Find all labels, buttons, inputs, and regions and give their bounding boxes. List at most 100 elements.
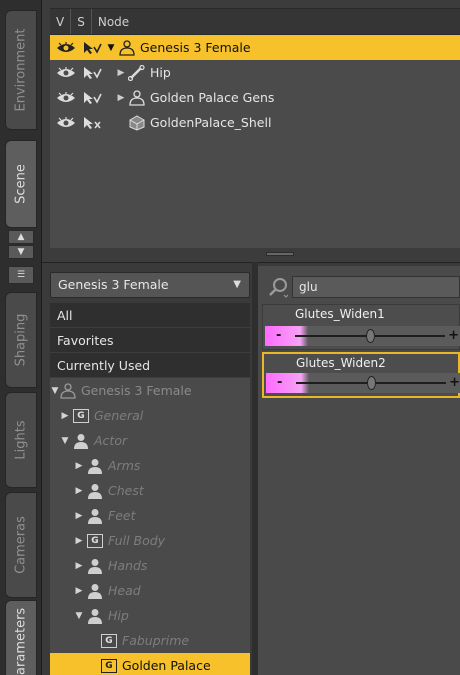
expand-arrow-icon[interactable]: ▼	[106, 43, 116, 53]
tree-item-label: Hands	[108, 558, 148, 573]
property-tree: All Favorites Currently Used ▼ Genesis 3…	[50, 303, 250, 675]
tree-item-chest[interactable]: ▶ Chest	[50, 478, 250, 503]
expand-arrow-icon[interactable]: ▶	[116, 68, 126, 78]
scene-node-label: GoldenPalace_Shell	[150, 115, 272, 130]
tree-item-fabuprime[interactable]: G Fabuprime	[50, 628, 250, 653]
tree-item-label: Genesis 3 Female	[81, 383, 192, 398]
tree-item-label: Arms	[108, 458, 141, 473]
person-icon	[87, 608, 103, 624]
person-icon	[73, 433, 89, 449]
person-icon	[87, 458, 103, 474]
expand-arrow-icon[interactable]: ▶	[116, 93, 126, 103]
tree-item-label: Actor	[94, 433, 128, 448]
expand-arrow-icon[interactable]: ▼	[50, 386, 60, 396]
group-icon: G	[73, 408, 89, 423]
figure-icon	[60, 382, 76, 399]
panel-menu-icon[interactable]: ☰	[8, 266, 34, 284]
tree-item-label: Golden Palace	[122, 658, 211, 673]
side-tab-strip: Environment Scene ▲ ▼ ☰ Shaping Lights C…	[0, 0, 42, 675]
visibility-column-header[interactable]: V	[50, 9, 72, 34]
expand-arrow-icon[interactable]: ▶	[74, 486, 84, 496]
increment-button[interactable]: +	[449, 373, 460, 393]
tab-lights[interactable]: Lights	[5, 392, 37, 488]
expand-arrow-icon[interactable]: ▶	[74, 586, 84, 596]
person-icon	[87, 558, 103, 574]
tree-item-hip[interactable]: ▼ Hip	[50, 603, 250, 628]
expand-arrow-icon[interactable]: ▶	[74, 511, 84, 521]
slider-label: Glutes_Widen1	[295, 307, 385, 321]
slider-knob[interactable]	[366, 376, 376, 390]
tree-item-label: Feet	[108, 508, 136, 523]
category-currently-used[interactable]: Currently Used	[50, 353, 250, 378]
expand-arrow-icon[interactable]: ▼	[74, 611, 84, 621]
eye-icon[interactable]	[56, 116, 76, 129]
figure-dropdown[interactable]: Genesis 3 Female ▼	[50, 272, 250, 298]
decrement-button[interactable]: -	[277, 373, 282, 393]
tab-shaping-label: Shaping	[13, 313, 29, 367]
category-favorites[interactable]: Favorites	[50, 328, 250, 353]
tab-parameters-label: Parameters	[13, 607, 29, 675]
tab-scene-label: Scene	[13, 164, 29, 204]
slider-knob[interactable]	[365, 329, 375, 343]
expand-arrow-icon[interactable]: ▶	[74, 561, 84, 571]
splitter-grip[interactable]	[266, 252, 294, 256]
slider-glutes-widen2[interactable]: Glutes_Widen2 - +	[262, 352, 460, 398]
tree-item-arms[interactable]: ▶ Arms	[50, 453, 250, 478]
person-icon	[87, 583, 103, 599]
scene-pane: V S Node ▼ Genesis 3 Female ▶ Hip ▶ Gold…	[50, 8, 460, 248]
tree-item-golden-palace[interactable]: G Golden Palace	[50, 653, 250, 675]
tree-item-root[interactable]: ▼ Genesis 3 Female	[50, 378, 250, 403]
tree-item-actor[interactable]: ▼ Actor	[50, 428, 250, 453]
category-all[interactable]: All	[50, 303, 250, 328]
tree-item-label: Chest	[108, 483, 144, 498]
scene-row-goldenpalace-shell[interactable]: GoldenPalace_Shell	[50, 110, 460, 135]
tab-cameras[interactable]: Cameras	[5, 492, 37, 598]
tree-item-general[interactable]: ▶ G General	[50, 403, 250, 428]
increment-button[interactable]: +	[448, 326, 459, 346]
expand-arrow-icon[interactable]: ▶	[60, 411, 70, 421]
tree-item-label: Fabuprime	[122, 633, 190, 648]
slider-track[interactable]: - +	[266, 373, 460, 393]
group-icon: G	[101, 633, 117, 648]
scroll-down-button[interactable]: ▼	[8, 245, 34, 259]
tab-environment[interactable]: Environment	[5, 10, 37, 130]
eye-icon[interactable]	[56, 41, 76, 54]
group-icon: G	[101, 658, 117, 673]
scene-row-genesis-3-female[interactable]: ▼ Genesis 3 Female	[50, 35, 460, 60]
expand-arrow-icon[interactable]: ▶	[74, 536, 84, 546]
tab-parameters[interactable]: Parameters	[5, 600, 37, 675]
tab-scene[interactable]: Scene	[5, 140, 37, 228]
selectable-cursor-icon[interactable]	[82, 91, 102, 105]
figure-dropdown-value: Genesis 3 Female	[58, 277, 169, 292]
chevron-down-icon: ▼	[233, 279, 241, 290]
scene-row-golden-palace-gens[interactable]: ▶ Golden Palace Gens	[50, 85, 460, 110]
decrement-button[interactable]: -	[276, 326, 281, 346]
expand-arrow-icon[interactable]: ▼	[60, 436, 70, 446]
tree-item-feet[interactable]: ▶ Feet	[50, 503, 250, 528]
tree-item-hands[interactable]: ▶ Hands	[50, 553, 250, 578]
selectable-cursor-icon[interactable]	[82, 66, 102, 80]
tree-item-head[interactable]: ▶ Head	[50, 578, 250, 603]
prop-icon	[128, 114, 146, 131]
figure-icon	[118, 39, 136, 56]
eye-icon[interactable]	[56, 91, 76, 104]
not-selectable-cursor-icon[interactable]	[82, 116, 102, 130]
scene-node-label: Genesis 3 Female	[140, 40, 251, 55]
eye-icon[interactable]	[56, 66, 76, 79]
selectable-column-header[interactable]: S	[71, 9, 92, 34]
scroll-up-button[interactable]: ▲	[8, 230, 34, 244]
tree-item-label: Head	[108, 583, 141, 598]
tab-shaping[interactable]: Shaping	[5, 292, 37, 388]
expand-arrow-icon[interactable]: ▶	[74, 461, 84, 471]
property-search-input[interactable]	[292, 276, 460, 298]
node-column-header[interactable]: Node	[92, 9, 135, 34]
scene-node-label: Hip	[150, 65, 171, 80]
slider-label: Glutes_Widen2	[296, 356, 386, 370]
slider-glutes-widen1[interactable]: Glutes_Widen1 - +	[262, 304, 460, 350]
slider-track[interactable]: - +	[265, 326, 460, 346]
selectable-cursor-icon[interactable]	[82, 41, 102, 55]
scene-row-hip[interactable]: ▶ Hip	[50, 60, 460, 85]
tree-item-full-body[interactable]: ▶ G Full Body	[50, 528, 250, 553]
search-icon[interactable]	[268, 276, 290, 298]
group-icon: G	[87, 533, 103, 548]
